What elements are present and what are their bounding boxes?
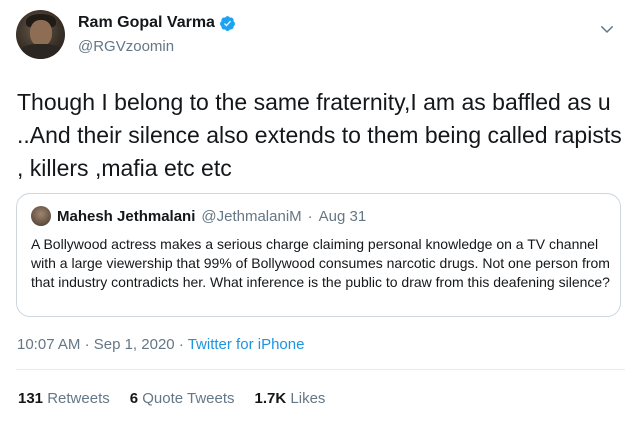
quoted-author-name: Mahesh Jethmalani (57, 207, 196, 225)
avatar-shirt (20, 44, 62, 59)
timestamp-time[interactable]: 10:07 AM (17, 336, 80, 353)
timestamp-date[interactable]: Sep 1, 2020 (94, 336, 175, 353)
likes-count: 1.7K (254, 390, 287, 407)
divider-top (16, 369, 625, 370)
quoted-author-handle: @JethmalaniM (201, 207, 302, 225)
quoted-tweet-text: A Bollywood actress makes a serious char… (31, 236, 610, 290)
retweets-stat[interactable]: 131 Retweets (18, 390, 110, 407)
likes-label: Likes (290, 390, 326, 407)
likes-stat[interactable]: 1.7K Likes (255, 390, 326, 407)
timestamp-separator: · (178, 336, 188, 353)
author-name-row[interactable]: Ram Gopal Varma (78, 14, 236, 32)
author-handle[interactable]: @RGVzoomin (78, 38, 174, 55)
quoted-author-avatar (31, 206, 51, 226)
quote-tweets-stat[interactable]: 6 Quote Tweets (130, 390, 235, 407)
quoted-tweet-header: Mahesh Jethmalani @JethmalaniM · Aug 31 (31, 206, 366, 226)
author-name[interactable]: Ram Gopal Varma (78, 14, 215, 32)
engagement-stats: 131 Retweets 6 Quote Tweets 1.7K Likes (18, 390, 345, 407)
verified-badge-icon (220, 15, 235, 31)
tweet-card: Ram Gopal Varma @RGVzoomin Though I belo… (0, 0, 640, 423)
tweet-source-link[interactable]: Twitter for iPhone (188, 336, 305, 353)
chevron-down-icon[interactable] (598, 20, 616, 38)
author-avatar[interactable] (16, 10, 65, 59)
tweet-body: Though I belong to the same fraternity,I… (17, 89, 622, 181)
quoted-separator: · (307, 207, 313, 225)
retweets-count: 131 (18, 390, 44, 407)
tweet-timestamp: 10:07 AM · Sep 1, 2020 · Twitter for iPh… (17, 336, 304, 353)
quoted-tweet[interactable]: Mahesh Jethmalani @JethmalaniM · Aug 31 … (16, 193, 621, 317)
quoted-date: Aug 31 (318, 207, 367, 225)
timestamp-separator: · (84, 336, 94, 353)
avatar-face (30, 20, 52, 46)
quote-tweets-count: 6 (129, 390, 139, 407)
quote-tweets-label: Quote Tweets (142, 390, 235, 407)
retweets-label: Retweets (47, 390, 110, 407)
